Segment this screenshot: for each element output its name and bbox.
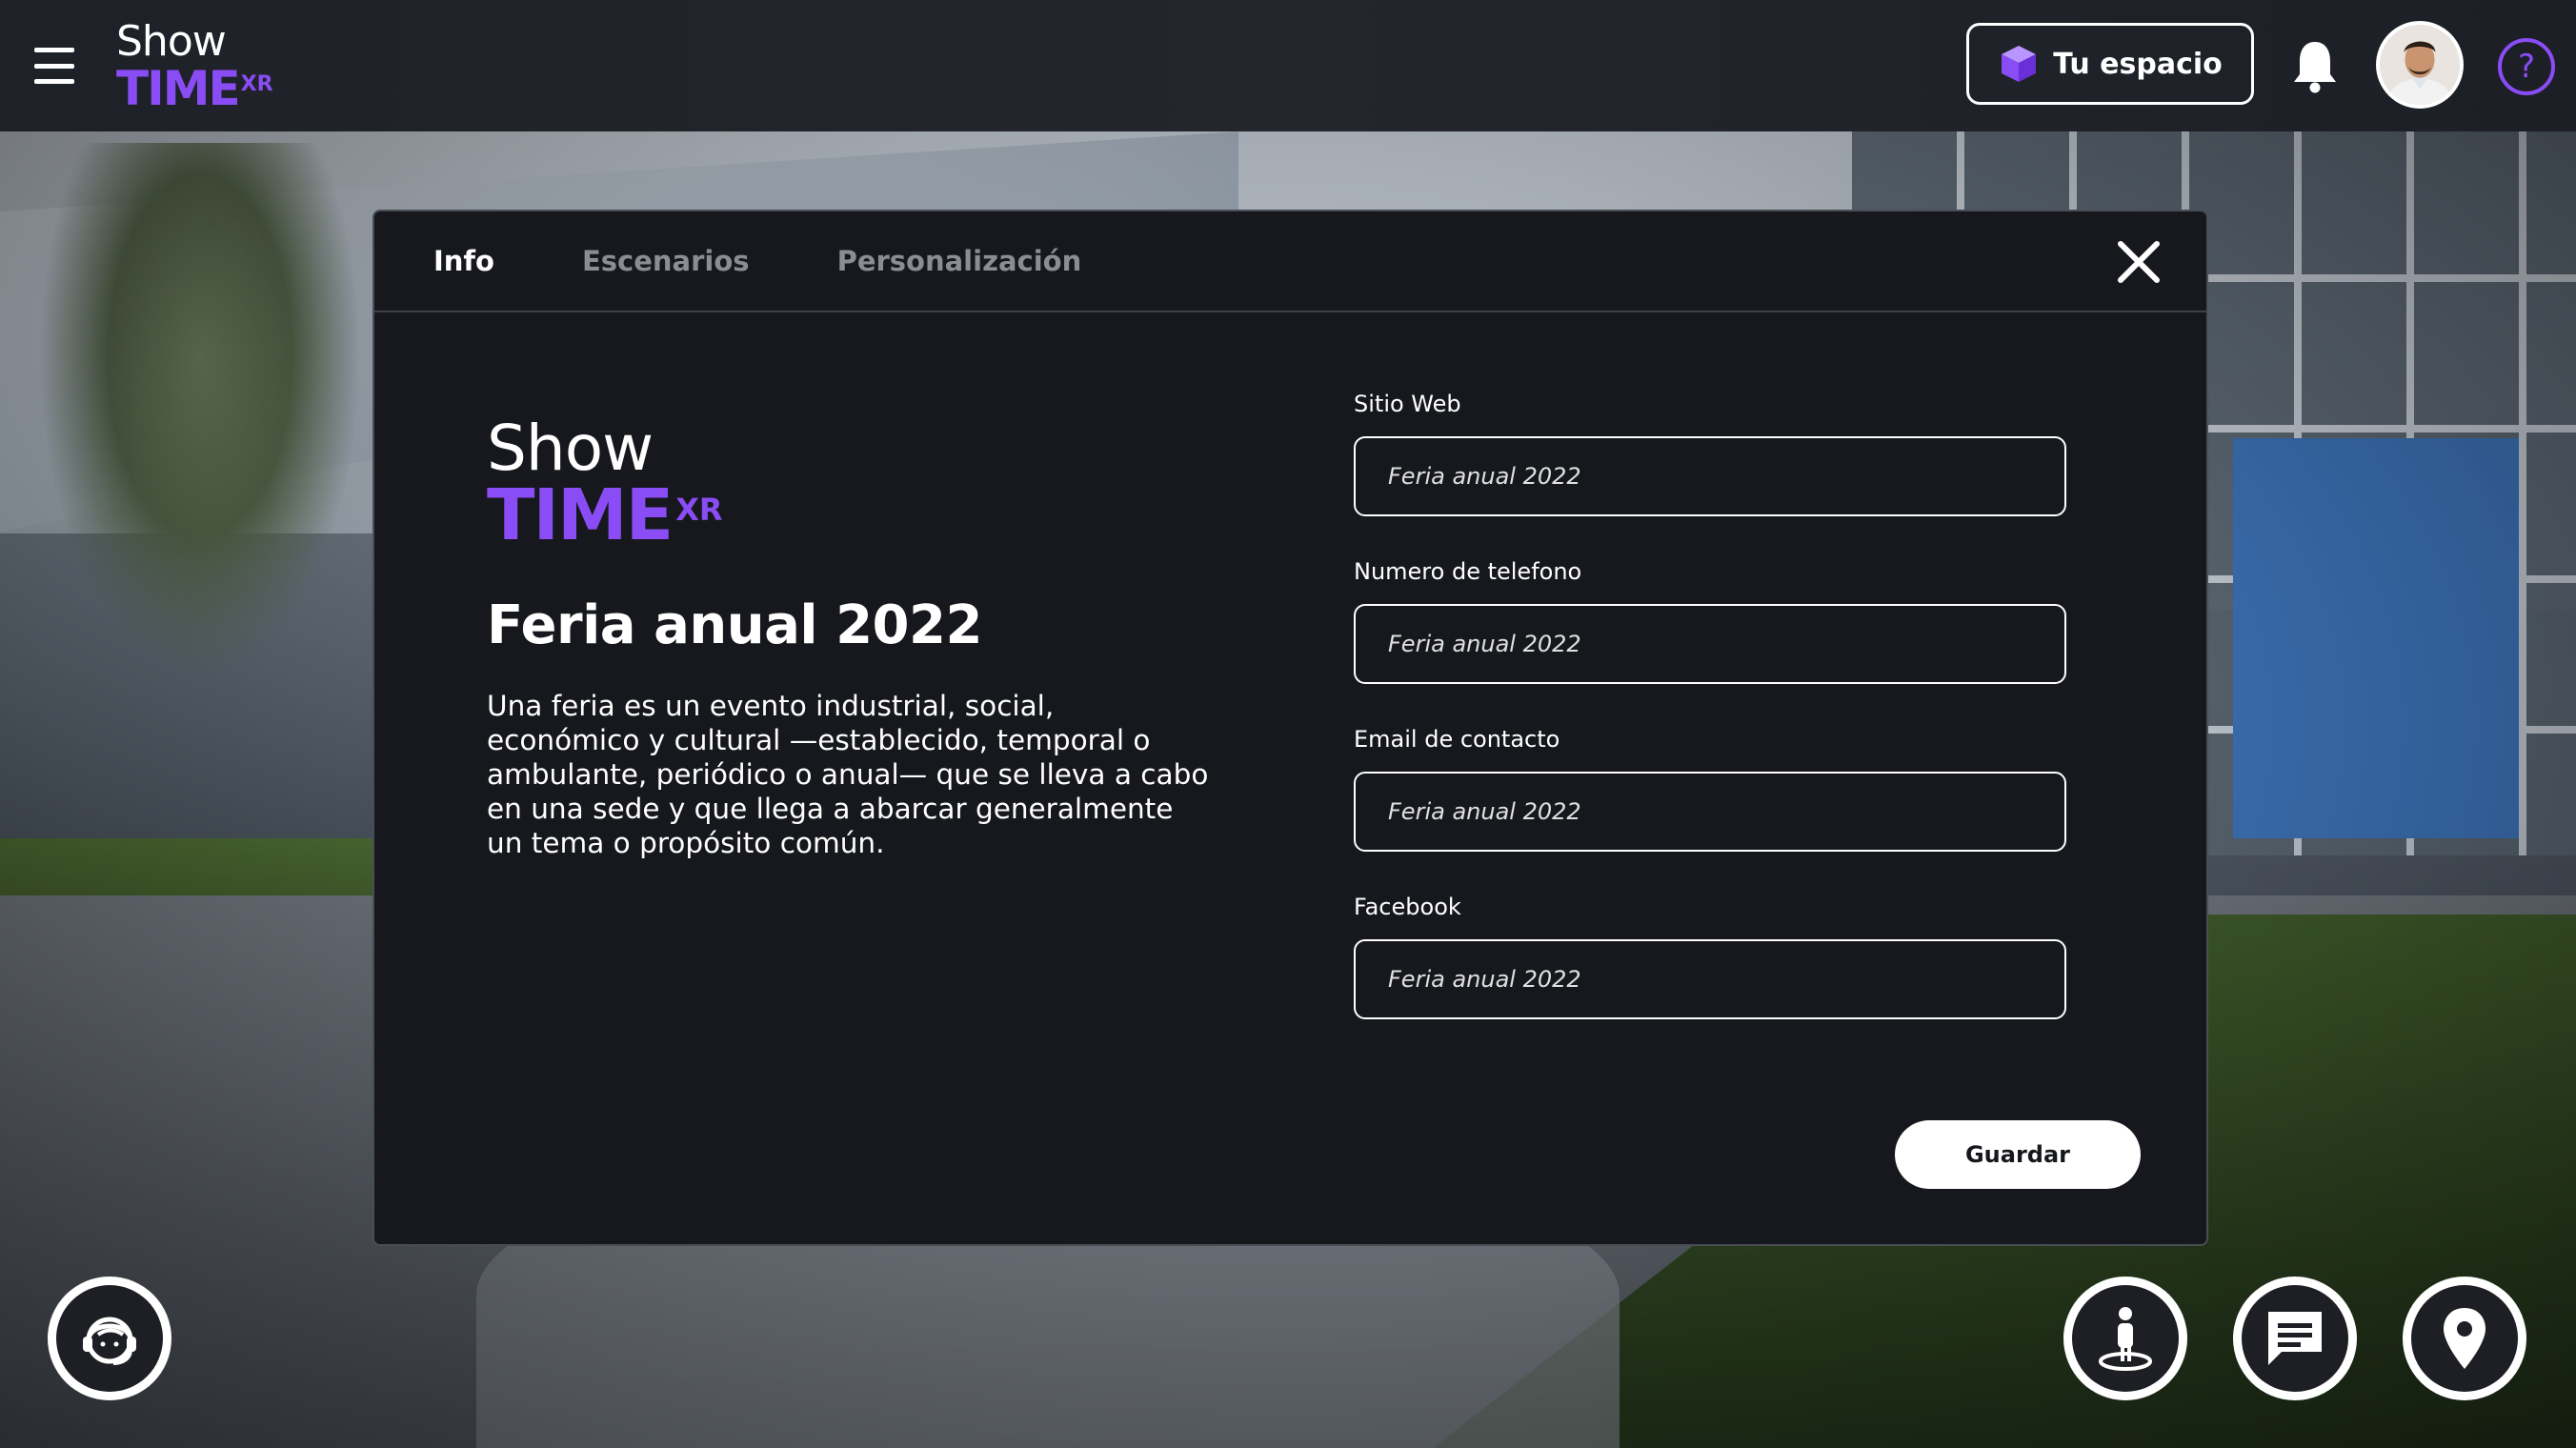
tab-info[interactable]: Info — [433, 245, 494, 277]
chat-button[interactable] — [2233, 1277, 2357, 1400]
hamburger-line — [34, 63, 74, 69]
event-info: Show TIME XR Feria anual 2022 Una feria e… — [487, 417, 1211, 860]
support-button[interactable] — [48, 1277, 171, 1400]
website-field-group: Sitio Web — [1354, 391, 2066, 516]
user-photo — [2380, 25, 2460, 105]
tab-escenarios[interactable]: Escenarios — [582, 245, 750, 277]
avatar-button[interactable] — [2063, 1277, 2187, 1400]
close-icon[interactable] — [2113, 236, 2164, 288]
event-logo-xr: XR — [675, 492, 723, 528]
event-logo: Show TIME XR — [487, 412, 773, 556]
facebook-field-group: Facebook — [1354, 894, 2066, 1019]
event-logo-show: Show — [487, 412, 654, 485]
hamburger-line — [34, 48, 74, 52]
tu-espacio-label: Tu espacio — [2053, 47, 2223, 81]
logo-show-text: Show — [116, 17, 227, 66]
hamburger-line — [34, 79, 74, 84]
question-icon: ? — [2517, 48, 2536, 86]
location-pin-icon — [2444, 1308, 2485, 1369]
email-label: Email de contacto — [1354, 726, 1560, 753]
phone-input[interactable] — [1354, 604, 2066, 684]
bell-icon[interactable] — [2291, 38, 2339, 93]
modal-tabs: Info Escenarios Personalización — [374, 211, 2206, 312]
cube-icon — [2002, 46, 2037, 82]
facebook-input[interactable] — [1354, 939, 2066, 1019]
chat-button-inner — [2242, 1285, 2348, 1392]
person-standing-icon — [2099, 1307, 2152, 1371]
email-field-group: Email de contacto — [1354, 726, 2066, 852]
app-logo: Show TIMEXR — [116, 17, 307, 116]
tab-personalizacion[interactable]: Personalización — [837, 245, 1082, 277]
website-label: Sitio Web — [1354, 391, 1461, 417]
facebook-label: Facebook — [1354, 894, 1461, 920]
hamburger-icon[interactable] — [34, 48, 74, 84]
event-description: Una feria es un evento industrial, socia… — [487, 690, 1209, 859]
event-logo-time: TIME — [487, 474, 674, 556]
location-button-inner — [2411, 1285, 2518, 1392]
logo-xr-text: XR — [240, 72, 273, 96]
save-button[interactable]: Guardar — [1895, 1120, 2141, 1189]
top-bar: Show TIMEXR Tu espacio ? — [0, 0, 2576, 131]
contact-form: Sitio Web Numero de telefono Email de co… — [1354, 391, 2066, 1061]
location-button[interactable] — [2403, 1277, 2526, 1400]
support-agent-icon — [83, 1317, 136, 1365]
support-button-inner — [56, 1285, 163, 1392]
email-input[interactable] — [1354, 772, 2066, 852]
phone-label: Numero de telefono — [1354, 558, 1582, 585]
avatar-button-inner — [2072, 1285, 2179, 1392]
chat-icon — [2268, 1312, 2322, 1365]
phone-field-group: Numero de telefono — [1354, 558, 2066, 684]
event-title: Feria anual 2022 — [487, 594, 982, 656]
user-avatar[interactable] — [2376, 21, 2464, 109]
help-button[interactable]: ? — [2498, 38, 2555, 95]
event-settings-modal: Info Escenarios Personalización Show TIM… — [372, 210, 2208, 1246]
logo-time-text: TIME — [116, 61, 241, 116]
website-input[interactable] — [1354, 436, 2066, 516]
tu-espacio-button[interactable]: Tu espacio — [1966, 23, 2254, 105]
